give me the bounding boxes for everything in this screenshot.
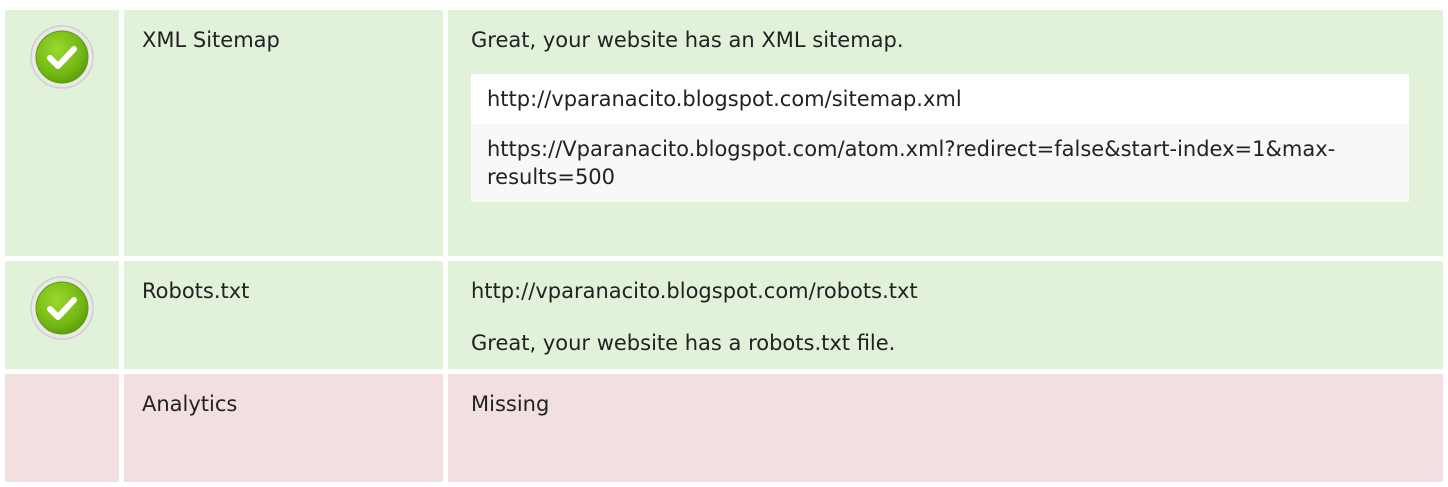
- check-detail: Great, your website has an XML sitemap. …: [448, 10, 1443, 256]
- seo-report-table: XML Sitemap Great, your website has an X…: [5, 10, 1443, 487]
- check-detail: http://vparanacito.blogspot.com/robots.t…: [448, 261, 1443, 369]
- status-cell: [5, 261, 119, 369]
- status-message: Great, your website has a robots.txt fil…: [471, 331, 896, 355]
- sitemap-url-list: http://vparanacito.blogspot.com/sitemap.…: [471, 74, 1409, 202]
- check-circle-icon: [30, 276, 94, 340]
- check-detail: Missing: [448, 374, 1443, 482]
- status-message: Great, your website has an XML sitemap.: [471, 28, 904, 52]
- check-name: Robots.txt: [124, 261, 443, 369]
- report-row-analytics: Analytics Missing: [5, 374, 1443, 482]
- sitemap-url: https://Vparanacito.blogspot.com/atom.xm…: [471, 124, 1409, 202]
- check-name: Analytics: [124, 374, 443, 482]
- check-circle-icon: [30, 25, 94, 89]
- check-name: XML Sitemap: [124, 10, 443, 256]
- status-cell: [5, 10, 119, 256]
- robots-url: http://vparanacito.blogspot.com/robots.t…: [471, 279, 918, 303]
- sitemap-url: http://vparanacito.blogspot.com/sitemap.…: [471, 74, 1409, 124]
- report-row-xml-sitemap: XML Sitemap Great, your website has an X…: [5, 10, 1443, 256]
- report-row-robots-txt: Robots.txt http://vparanacito.blogspot.c…: [5, 261, 1443, 369]
- status-cell: [5, 374, 119, 482]
- status-message: Missing: [471, 392, 550, 416]
